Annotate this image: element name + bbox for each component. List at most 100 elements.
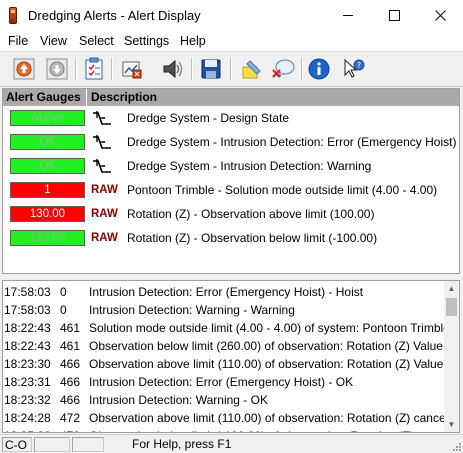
log-row[interactable]: 17:58:03 0 Intrusion Detection: Error (Eme… [3,283,444,301]
raw-label: RAW [91,184,118,196]
log-time: 18:22:43 [4,321,51,335]
highlighter-icon [242,60,261,79]
alert-description: Dredge System - Intrusion Detection: War… [127,159,372,173]
alert-description: Dredge System - Design State [127,111,290,125]
clear-messages-icon [272,59,295,78]
log-time: 17:58:03 [4,285,51,299]
log-row[interactable]: 18:23:30 466 Observation above limit (110.… [3,355,444,373]
close-button[interactable] [417,0,463,31]
status-bar: C-O For Help, press F1 [0,434,463,453]
maximize-icon [388,10,400,21]
clear-messages-button[interactable] [270,56,296,82]
status-cell-3 [72,437,104,452]
log-row[interactable]: 18:24:28 472 Observation above limit (110.… [3,409,444,427]
menu-bar: File View Select Settings Help [0,31,463,51]
info-icon [308,58,330,80]
title-bar[interactable]: Dredging Alerts - Alert Display [0,0,463,31]
menu-settings[interactable]: Settings [124,34,169,48]
resize-grip-icon[interactable] [451,441,461,451]
log-time: 18:23:31 [4,375,51,389]
alert-gauge: OK [10,158,85,174]
log-row[interactable]: 18:23:32 466 Intrusion Detection: Warning … [3,391,444,409]
menu-view[interactable]: View [40,34,67,48]
status-help-text: For Help, press F1 [132,437,232,451]
scroll-thumb[interactable] [446,298,457,316]
log-message: Observation below limit (-100.00) of obs… [89,427,444,432]
close-icon [434,10,446,21]
toolbar-separator [230,58,232,80]
svg-text:?: ? [357,61,361,70]
log-time: 18:24:28 [4,411,51,425]
raw-label: RAW [91,208,118,220]
app-icon[interactable] [9,7,17,24]
alert-row[interactable]: 1 RAW Pontoon Trimble - Solution mode ou… [3,179,459,203]
speaker-button[interactable] [160,56,186,82]
alert-gauges-panel[interactable]: Alert Gauges Description Above Dredge Sy… [2,88,460,274]
dredge-system-icon [93,135,111,149]
log-time: 18:25:36 [4,427,51,432]
speaker-icon [163,59,183,79]
alert-row[interactable]: OK Dredge System - Intrusion Detection: … [3,131,459,155]
alert-row[interactable]: 130.00 RAW Rotation (Z) - Observation ab… [3,203,459,227]
menu-file[interactable]: File [8,34,28,48]
log-row[interactable]: 18:25:36 478 Observation below limit (-100… [3,427,444,432]
log-code: 478 [60,427,80,432]
chart-tool-button[interactable] [119,56,145,82]
alert-gauge: 130.00 [10,230,85,246]
menu-help[interactable]: Help [180,34,206,48]
toolbar-separator [111,58,113,80]
status-cell-2 [34,437,70,452]
alert-description: Rotation (Z) - Observation above limit (… [127,207,375,221]
log-row[interactable]: 18:22:43 461 Observation below limit (260.… [3,337,444,355]
alert-row[interactable]: OK Dredge System - Intrusion Detection: … [3,155,459,179]
info-button[interactable] [306,56,332,82]
alert-gauge: Above [10,110,85,126]
whats-this-button[interactable]: ? [340,56,366,82]
log-row[interactable]: 17:58:03 0 Intrusion Detection: Warning - … [3,301,444,319]
menu-select[interactable]: Select [79,34,114,48]
log-message: Intrusion Detection: Warning - Warning [89,303,295,317]
scroll-down-icon[interactable]: ▼ [444,417,459,432]
app-window: Dredging Alerts - Alert Display File Vie… [0,0,463,453]
log-row[interactable]: 18:23:31 466 Intrusion Detection: Error (E… [3,373,444,391]
log-message: Observation below limit (260.00) of obse… [89,339,444,353]
header-description[interactable]: Description [88,89,157,106]
log-message: Observation above limit (110.00) of obse… [89,357,444,371]
log-time: 18:22:43 [4,339,51,353]
log-code: 0 [60,285,67,299]
log-row[interactable]: 18:22:43 461 Solution mode outside limit (… [3,319,444,337]
minimize-button[interactable] [325,0,371,31]
whats-this-icon: ? [344,58,365,78]
log-message: Intrusion Detection: Warning - OK [89,393,268,407]
dredge-system-icon [93,111,111,125]
log-code: 466 [60,375,81,389]
log-message: Observation above limit (110.00) of obse… [89,411,444,425]
checklist-button[interactable] [81,56,107,82]
alert-gauge: 130.00 [10,206,85,222]
toolbar: ? [0,51,463,87]
dredge-system-icon [93,159,111,173]
arrow-down-icon [46,58,68,80]
alert-row[interactable]: Above Dredge System - Design State [3,107,459,131]
status-mode: C-O [2,437,32,452]
log-time: 18:23:32 [4,393,51,407]
save-button[interactable] [198,56,224,82]
log-code: 461 [60,339,81,353]
save-icon [201,59,221,79]
alert-log-list[interactable]: 17:58:03 0 Intrusion Detection: Error (Eme… [2,280,460,433]
minimize-icon [343,15,353,16]
arrow-up-button[interactable] [11,56,37,82]
scroll-up-icon[interactable]: ▲ [444,281,459,296]
log-code: 466 [60,357,81,371]
highlighter-button[interactable] [239,56,265,82]
alert-description: Dredge System - Intrusion Detection: Err… [127,135,457,149]
alert-row[interactable]: 130.00 RAW Rotation (Z) - Observation be… [3,227,459,251]
log-vertical-scrollbar[interactable]: ▲ ▼ [444,281,459,432]
alert-description: Rotation (Z) - Observation below limit (… [127,231,378,245]
log-message: Intrusion Detection: Error (Emergency Ho… [89,375,354,389]
arrow-down-button[interactable] [44,56,70,82]
header-alert-gauges[interactable]: Alert Gauges [3,89,87,106]
raw-label: RAW [91,232,118,244]
maximize-button[interactable] [371,0,417,31]
log-lines: 17:58:03 0 Intrusion Detection: Error (Eme… [3,283,444,432]
